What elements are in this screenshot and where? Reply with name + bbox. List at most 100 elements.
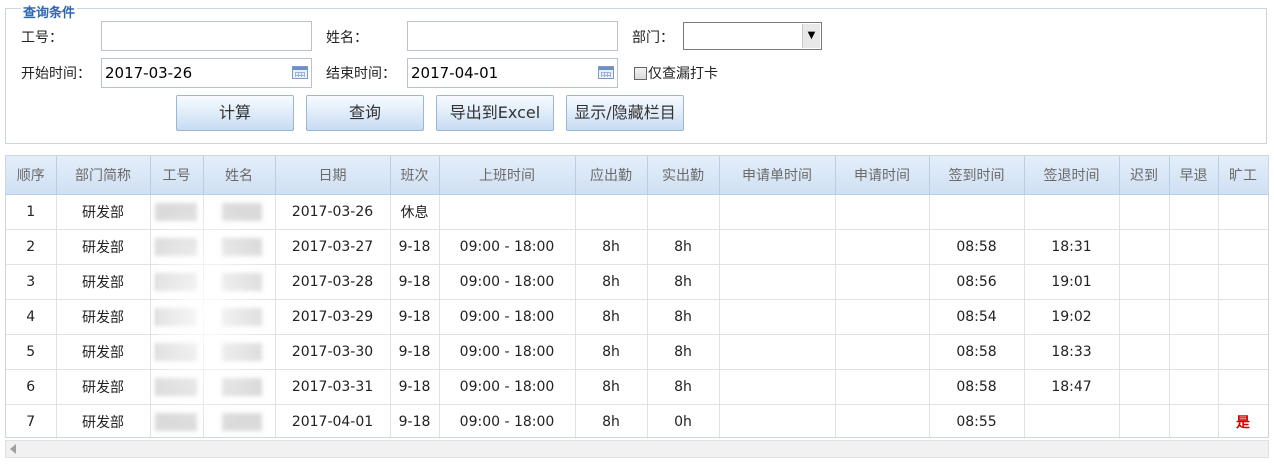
- table-row[interactable]: 6 研发部 2017-03-31 9-18 09:00 - 18:00 8h 8h 08:58…: [6, 369, 1268, 405]
- column-header[interactable]: 日期: [275, 156, 391, 195]
- sign-out-cell: 18:31: [1024, 229, 1120, 265]
- actual-cell: 8h: [647, 369, 720, 405]
- redacted-block: [154, 413, 197, 431]
- scrollbar-track[interactable]: [24, 443, 1248, 455]
- column-header[interactable]: 实出勤: [647, 156, 720, 195]
- redacted-block: [221, 238, 262, 256]
- emp-no-cell-redacted: [150, 194, 204, 230]
- chevron-down-icon[interactable]: ▼: [802, 24, 820, 48]
- work-time-cell: 09:00 - 18:00: [439, 334, 576, 370]
- sign-out-cell: 18:47: [1024, 369, 1120, 405]
- filler-cell: [1268, 265, 1269, 300]
- column-header[interactable]: 应出勤: [575, 156, 648, 195]
- attendance-grid: 顺序 部门简称 工号 姓名 日期 班次 上班时间 应出勤 实出勤 申请单时间 申…: [5, 155, 1269, 438]
- end-time-label: 结束时间：: [326, 66, 396, 82]
- horizontal-scrollbar[interactable]: [5, 440, 1269, 458]
- early-cell: [1169, 264, 1219, 300]
- start-date-picker: [101, 58, 312, 88]
- apply-form-cell: [719, 299, 836, 335]
- should-cell: 8h: [575, 369, 648, 405]
- dept-cell: 研发部: [56, 194, 151, 230]
- start-date-input[interactable]: [101, 58, 312, 88]
- column-header[interactable]: 签退时间: [1024, 156, 1120, 195]
- sign-out-cell: [1024, 194, 1120, 230]
- work-time-cell: 09:00 - 18:00: [439, 299, 576, 335]
- only-missing-checkbox[interactable]: [634, 67, 647, 80]
- column-header[interactable]: 申请时间: [835, 156, 930, 195]
- table-row[interactable]: 7 研发部 2017-04-01 9-18 09:00 - 18:00 8h 0h 08:55…: [6, 404, 1268, 437]
- apply-form-cell: [719, 404, 836, 437]
- actual-cell: 8h: [647, 229, 720, 265]
- column-header[interactable]: 班次: [390, 156, 440, 195]
- emp-no-cell-redacted: [150, 369, 204, 405]
- late-cell: [1119, 194, 1170, 230]
- column-header[interactable]: 早退: [1169, 156, 1219, 195]
- name-input[interactable]: [407, 21, 618, 51]
- emp-no-input[interactable]: [101, 21, 312, 51]
- redacted-block: [221, 273, 262, 291]
- absent-cell: [1218, 229, 1268, 265]
- table-row[interactable]: 4 研发部 2017-03-29 9-18 09:00 - 18:00 8h 8h 08:54…: [6, 299, 1268, 335]
- column-header[interactable]: 上班时间: [439, 156, 576, 195]
- table-row[interactable]: 3 研发部 2017-03-28 9-18 09:00 - 18:00 8h 8h 08:56…: [6, 264, 1269, 300]
- apply-form-cell: [719, 334, 836, 370]
- apply-time-cell: [835, 299, 930, 335]
- column-header[interactable]: 部门简称: [56, 156, 151, 195]
- redacted-block: [221, 413, 262, 431]
- redacted-block: [154, 273, 197, 291]
- name-cell-redacted: [203, 229, 276, 265]
- should-cell: 8h: [575, 334, 648, 370]
- apply-time-cell: [835, 334, 930, 370]
- apply-time-cell: [835, 264, 930, 300]
- redacted-block: [221, 343, 262, 361]
- date-cell: 2017-03-27: [275, 229, 391, 265]
- seq-cell: 1: [6, 194, 57, 230]
- name-cell-redacted: [203, 299, 276, 335]
- date-cell: 2017-03-30: [275, 334, 391, 370]
- table-row[interactable]: 2 研发部 2017-03-27 9-18 09:00 - 18:00 8h 8h 08:58…: [6, 229, 1269, 265]
- absent-cell: 是: [1218, 404, 1268, 437]
- date-cell: 2017-03-26: [275, 194, 391, 230]
- late-cell: [1119, 404, 1170, 437]
- redacted-block: [154, 343, 197, 361]
- column-header[interactable]: 申请单时间: [719, 156, 836, 195]
- emp-no-cell-redacted: [150, 299, 204, 335]
- seq-cell: 7: [6, 404, 57, 437]
- absent-cell: [1218, 264, 1268, 300]
- dept-select[interactable]: ▼: [683, 22, 822, 50]
- export-excel-button[interactable]: 导出到Excel: [436, 95, 554, 131]
- table-header-row: 顺序 部门简称 工号 姓名 日期 班次 上班时间 应出勤 实出勤 申请单时间 申…: [6, 156, 1268, 195]
- calendar-icon[interactable]: [598, 66, 614, 79]
- redacted-block: [154, 238, 197, 256]
- sign-in-cell: 08:55: [929, 404, 1025, 437]
- seq-cell: 2: [6, 229, 57, 265]
- date-cell: 2017-03-28: [275, 264, 391, 300]
- column-header[interactable]: 旷工: [1218, 156, 1268, 195]
- toggle-columns-button[interactable]: 显示/隐藏栏目: [566, 95, 684, 131]
- shift-cell: 9-18: [390, 299, 440, 335]
- column-header[interactable]: 迟到: [1119, 156, 1170, 195]
- emp-no-label: 工号：: [21, 30, 63, 46]
- scroll-left-icon[interactable]: [10, 444, 16, 454]
- column-header[interactable]: 工号: [150, 156, 204, 195]
- sign-in-cell: [929, 194, 1025, 230]
- date-cell: 2017-04-01: [275, 404, 391, 437]
- search-button[interactable]: 查询: [306, 95, 424, 131]
- column-header[interactable]: 顺序: [6, 156, 57, 195]
- table-row[interactable]: 1 研发部 2017-03-26 休息: [6, 194, 1268, 230]
- calendar-icon[interactable]: [292, 66, 308, 79]
- name-label: 姓名：: [326, 30, 368, 46]
- sign-out-cell: [1024, 404, 1120, 437]
- should-cell: 8h: [575, 299, 648, 335]
- name-cell-redacted: [203, 264, 276, 300]
- actual-cell: 0h: [647, 404, 720, 437]
- column-header[interactable]: 签到时间: [929, 156, 1025, 195]
- end-date-input[interactable]: [407, 58, 618, 88]
- filler-cell: [1268, 230, 1269, 265]
- table-row[interactable]: 5 研发部 2017-03-30 9-18 09:00 - 18:00 8h 8h 08:58…: [6, 334, 1268, 370]
- sign-in-cell: 08:58: [929, 229, 1025, 265]
- emp-no-cell-redacted: [150, 334, 204, 370]
- calculate-button[interactable]: 计算: [176, 95, 294, 131]
- date-cell: 2017-03-29: [275, 299, 391, 335]
- column-header[interactable]: 姓名: [203, 156, 276, 195]
